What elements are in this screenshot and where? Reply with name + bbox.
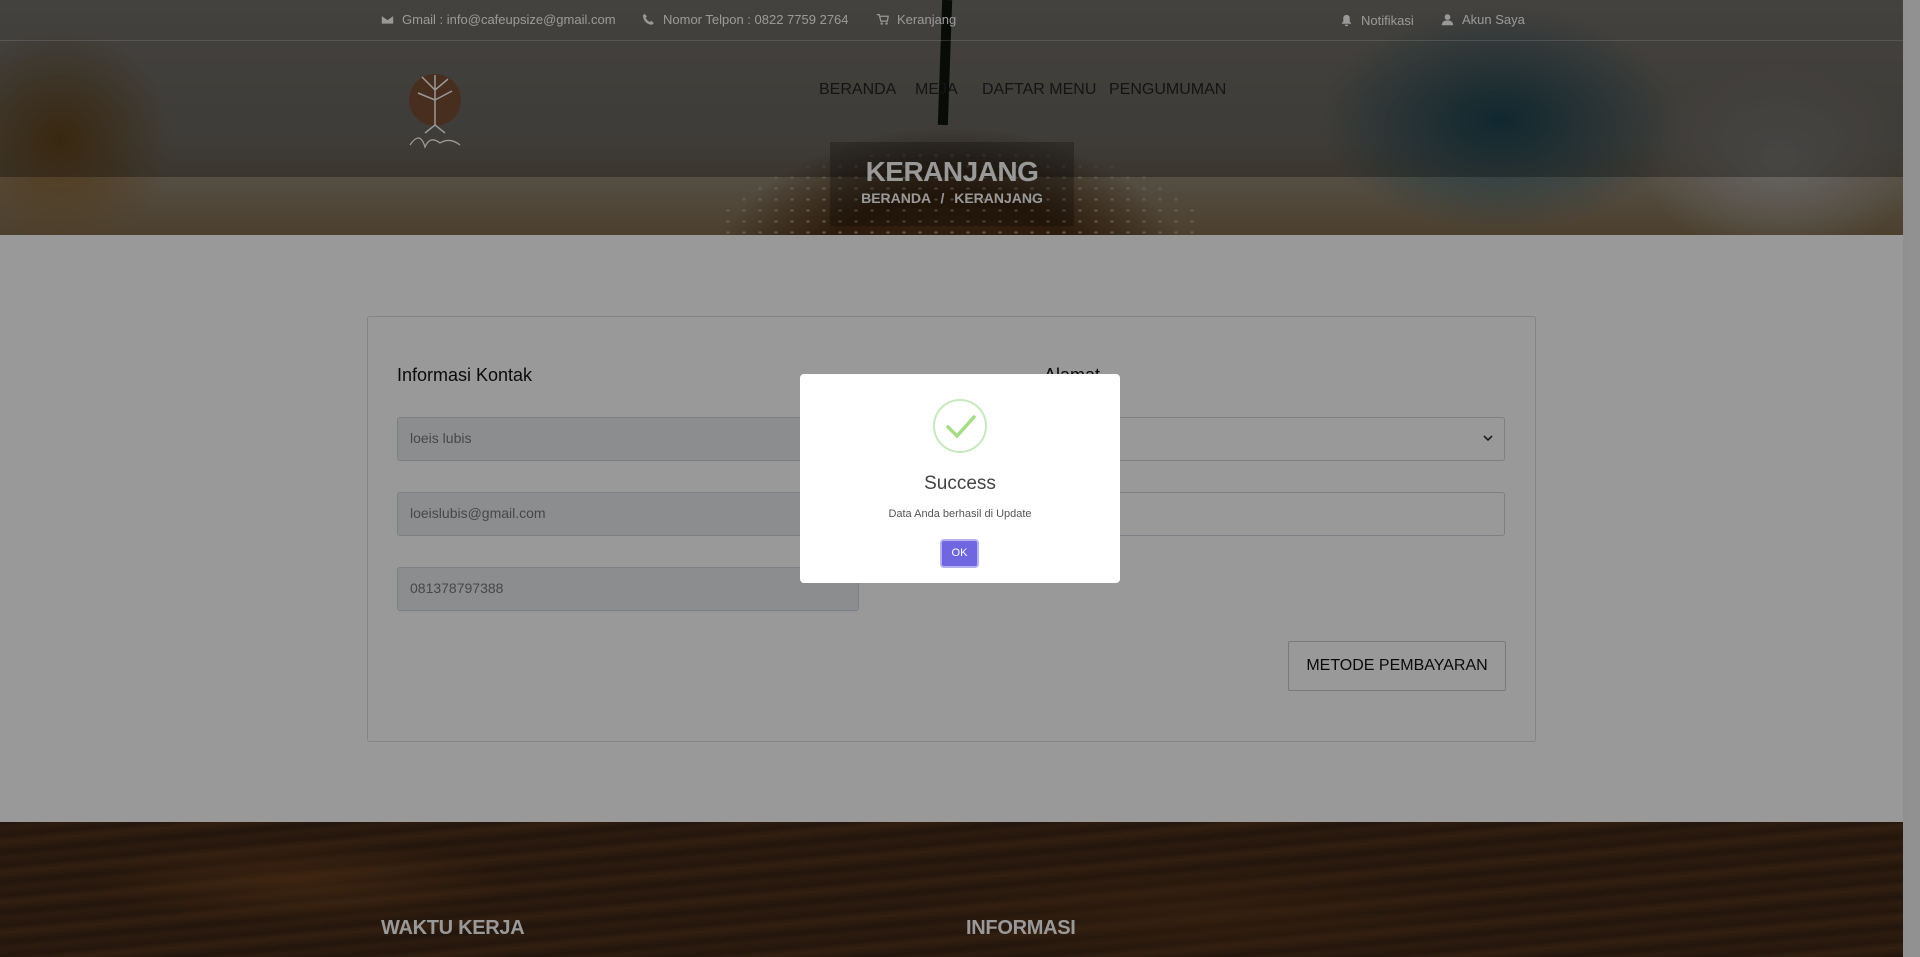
dialog-message: Data Anda berhasil di Update [888, 508, 1032, 520]
success-check-icon [933, 399, 987, 453]
dialog-title: Success [924, 473, 996, 494]
success-dialog: Success Data Anda berhasil di Update OK [800, 374, 1120, 583]
ok-button[interactable]: OK [940, 539, 979, 568]
